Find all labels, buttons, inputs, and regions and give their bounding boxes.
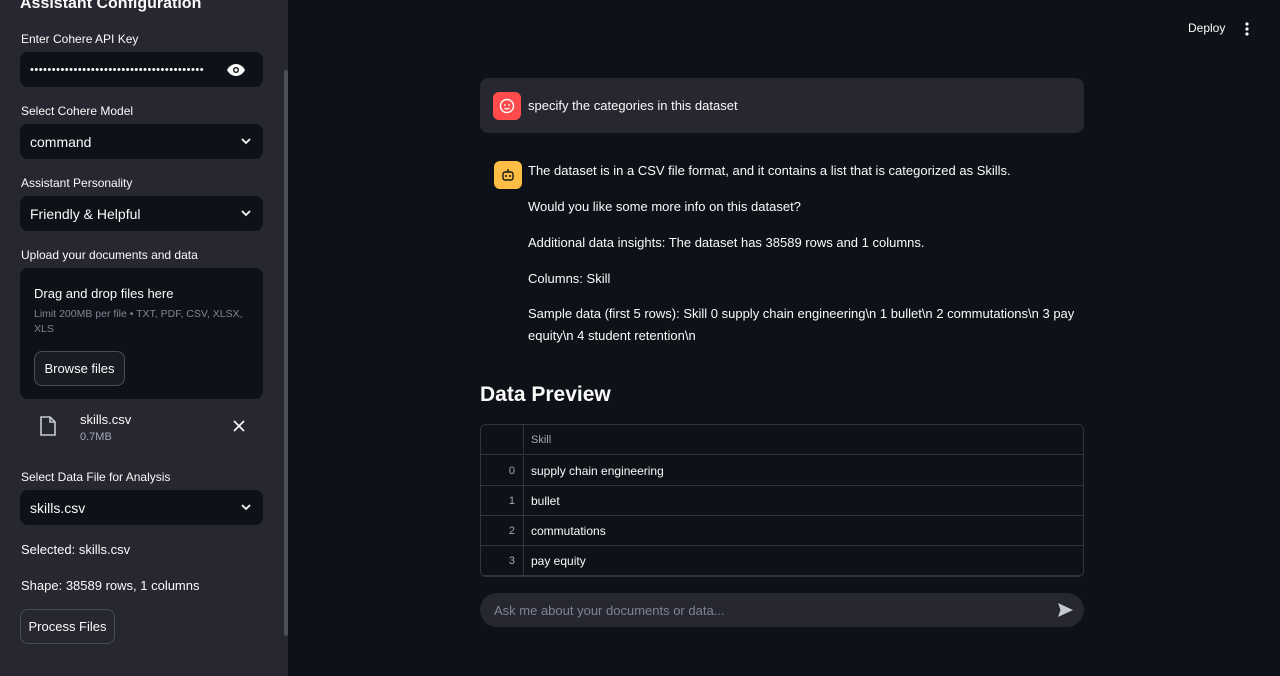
model-label: Select Cohere Model xyxy=(21,104,134,118)
file-icon xyxy=(40,416,56,441)
assistant-line-3: Additional data insights: The dataset ha… xyxy=(528,235,925,250)
table-row[interactable]: 0 supply chain engineering xyxy=(481,456,1083,486)
deploy-button[interactable]: Deploy xyxy=(1188,21,1225,35)
data-file-select[interactable]: skills.csv xyxy=(20,490,263,525)
send-icon[interactable] xyxy=(1057,602,1074,623)
table-row[interactable]: 3 pay equity xyxy=(481,546,1083,576)
sidebar-title: Assistant Configuration xyxy=(20,0,202,12)
file-size: 0.7MB xyxy=(80,431,112,443)
row-skill[interactable]: supply chain engineering xyxy=(531,456,664,485)
api-key-value[interactable]: •••••••••••••••••••••••••••••••••••••••• xyxy=(30,64,227,76)
data-file-label: Select Data File for Analysis xyxy=(21,470,171,484)
row-skill[interactable]: pay equity xyxy=(531,546,586,575)
user-message: specify the categories in this dataset xyxy=(480,78,1084,133)
shape-text: Shape: 38589 rows, 1 columns xyxy=(21,578,200,593)
upload-label: Upload your documents and data xyxy=(21,248,198,262)
assistant-line-1: The dataset is in a CSV file format, and… xyxy=(528,163,1011,178)
assistant-line-5: Sample data (first 5 rows): Skill 0 supp… xyxy=(528,306,1075,343)
assistant-line-2: Would you like some more info on this da… xyxy=(528,199,801,214)
index-header xyxy=(481,425,524,454)
sidebar-scrollbar[interactable] xyxy=(284,70,288,636)
dropzone-title: Drag and drop files here xyxy=(34,286,174,301)
file-name: skills.csv xyxy=(80,412,132,427)
file-dropzone[interactable]: Drag and drop files here Limit 200MB per… xyxy=(20,268,263,399)
user-avatar-icon xyxy=(493,92,521,120)
sidebar: Assistant Configuration Enter Cohere API… xyxy=(0,0,288,676)
data-preview-title: Data Preview xyxy=(480,383,611,406)
row-skill[interactable]: bullet xyxy=(531,486,560,515)
user-message-text: specify the categories in this dataset xyxy=(528,98,738,113)
browse-files-button[interactable]: Browse files xyxy=(34,351,125,386)
personality-select[interactable]: Friendly & Helpful xyxy=(20,196,263,231)
process-files-button[interactable]: Process Files xyxy=(20,609,115,644)
row-index: 3 xyxy=(481,546,524,575)
chevron-down-icon xyxy=(239,135,253,149)
chevron-down-icon xyxy=(239,501,253,515)
personality-value: Friendly & Helpful xyxy=(30,205,141,222)
api-key-field[interactable]: •••••••••••••••••••••••••••••••••••••••• xyxy=(20,52,263,87)
data-preview-table[interactable]: Skill 0 supply chain engineering 1 bulle… xyxy=(480,424,1084,577)
table-row[interactable]: 1 bullet xyxy=(481,486,1083,516)
chevron-down-icon xyxy=(239,207,253,221)
data-file-value: skills.csv xyxy=(30,499,86,516)
assistant-avatar-icon xyxy=(494,161,522,189)
api-key-label: Enter Cohere API Key xyxy=(21,32,139,46)
personality-label: Assistant Personality xyxy=(21,176,133,190)
row-index: 0 xyxy=(481,456,524,485)
column-header-skill[interactable]: Skill xyxy=(531,425,551,454)
selected-file-text: Selected: skills.csv xyxy=(21,542,131,557)
more-options-icon[interactable] xyxy=(1242,21,1252,37)
table-header-row: Skill xyxy=(481,425,1083,455)
close-icon[interactable] xyxy=(233,419,245,437)
uploaded-file: skills.csv 0.7MB xyxy=(20,408,263,448)
chat-input[interactable] xyxy=(480,593,1040,627)
row-index: 1 xyxy=(481,486,524,515)
assistant-line-4: Columns: Skill xyxy=(528,271,611,286)
eye-icon[interactable] xyxy=(227,63,245,76)
dropzone-limit: Limit 200MB per file • TXT, PDF, CSV, XL… xyxy=(34,308,243,335)
chat-input-container xyxy=(480,593,1084,627)
model-select[interactable]: command xyxy=(20,124,263,159)
row-index: 2 xyxy=(481,516,524,545)
model-value: command xyxy=(30,133,92,150)
table-row[interactable]: 2 commutations xyxy=(481,516,1083,546)
row-skill[interactable]: commutations xyxy=(531,516,606,545)
